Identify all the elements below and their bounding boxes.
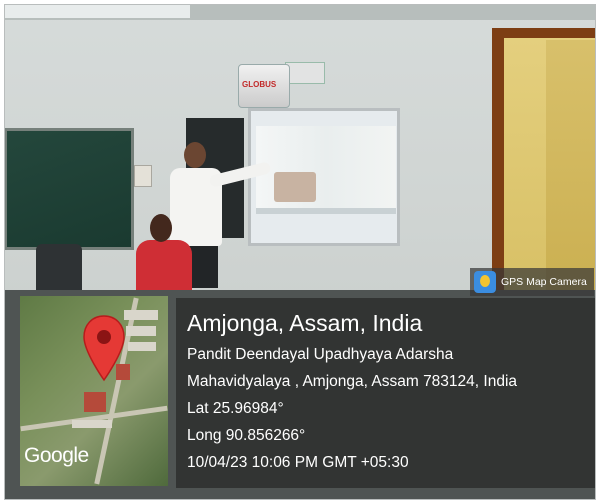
map-building xyxy=(72,420,112,428)
gps-app-label: GPS Map Camera xyxy=(501,276,587,288)
projector-mount xyxy=(285,62,325,84)
map-building xyxy=(126,326,156,336)
gps-app-badge: GPS Map Camera xyxy=(470,268,594,296)
switchboard xyxy=(134,165,152,187)
address-line-2: Mahavidyalaya , Amjonga, Assam 783124, I… xyxy=(187,373,518,390)
map-thumbnail[interactable]: Google xyxy=(20,296,168,486)
student-body xyxy=(136,240,192,294)
student xyxy=(130,214,196,294)
ceiling-beam xyxy=(0,0,190,18)
screen-image xyxy=(274,172,316,202)
gps-map-camera-icon xyxy=(474,271,496,293)
longitude: Long 90.856266° xyxy=(187,427,306,444)
location-pin-icon xyxy=(83,315,125,382)
map-building xyxy=(124,310,158,320)
map-building xyxy=(128,342,156,351)
google-attribution: Google xyxy=(24,444,89,467)
student-head xyxy=(150,214,172,242)
location-info-panel: Amjonga, Assam, India Pandit Deendayal U… xyxy=(176,298,596,488)
projector-brand: GLOBUS xyxy=(242,80,277,89)
map-building xyxy=(84,392,106,412)
presenter-head xyxy=(184,142,206,168)
screen-taskbar xyxy=(256,208,396,214)
address-line-1: Pandit Deendayal Upadhyaya Adarsha xyxy=(187,346,454,363)
chalkboard xyxy=(4,128,134,250)
timestamp: 10/04/23 10:06 PM GMT +05:30 xyxy=(187,454,409,471)
location-title: Amjonga, Assam, India xyxy=(187,310,423,336)
latitude: Lat 25.96984° xyxy=(187,400,284,417)
